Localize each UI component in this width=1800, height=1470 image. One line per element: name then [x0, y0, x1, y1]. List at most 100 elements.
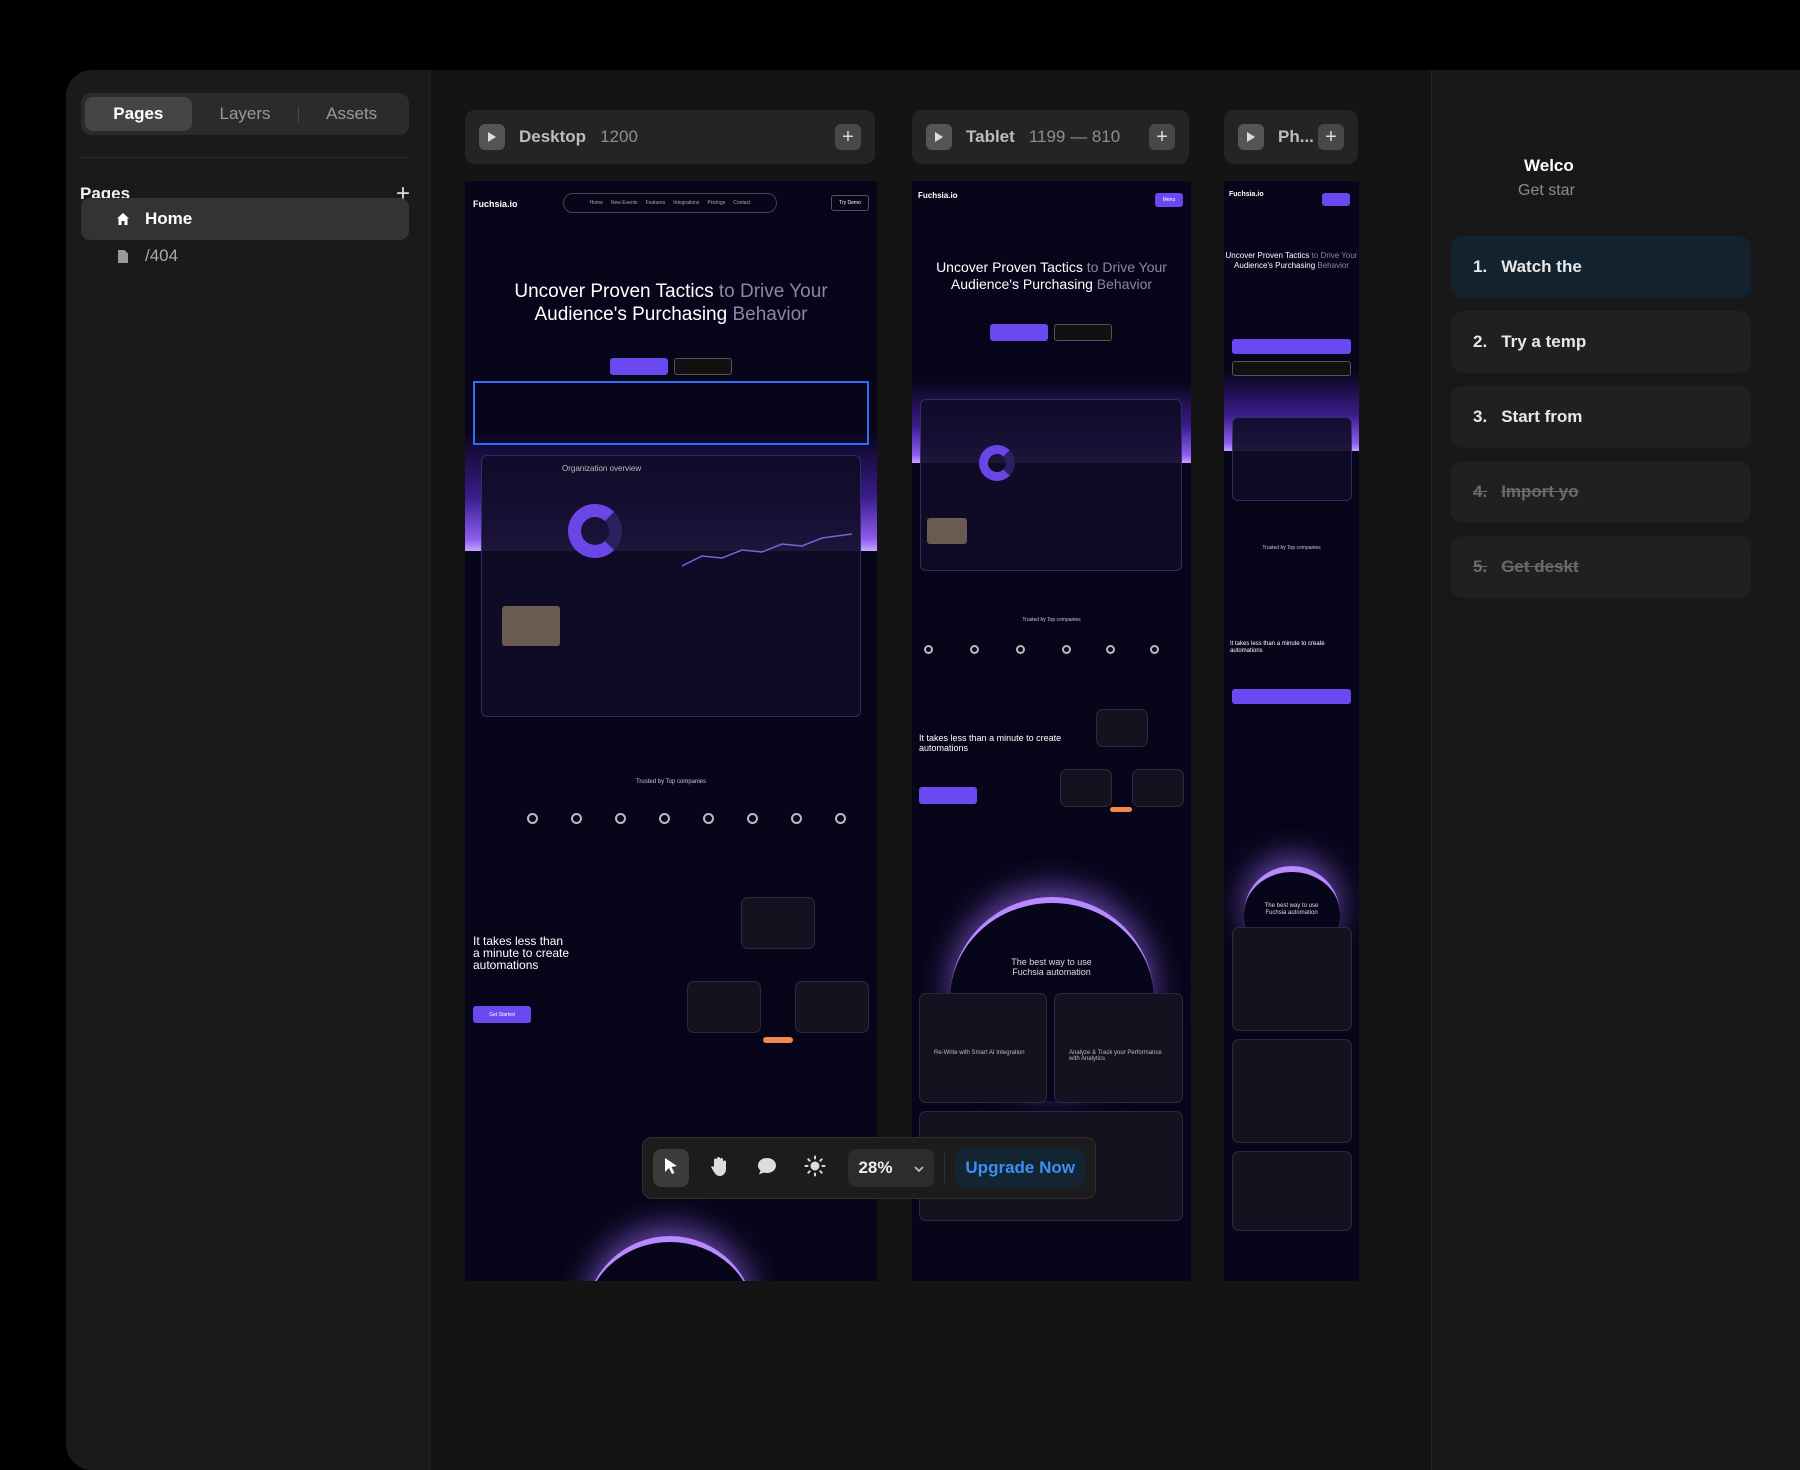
dashboard-title: Organization overview — [562, 464, 642, 473]
minute-headline: It takes less than a minute to create auto… — [473, 934, 570, 972]
hero-headline: Uncover Proven Tactics to Drive Your Aud… — [514, 281, 828, 325]
nav-link: New Events — [610, 200, 638, 206]
feature-card — [1232, 1151, 1352, 1231]
company-logo — [571, 813, 582, 824]
site-logo: Fuchsia.io — [473, 199, 518, 209]
menu-button: Menu — [1155, 193, 1183, 207]
feature-card: Analyze & Track your Performance with An… — [1054, 993, 1183, 1103]
page-item-404[interactable]: /404 — [81, 235, 409, 277]
site-logo: Fuchsia.io — [918, 191, 958, 200]
company-logo — [924, 645, 933, 654]
hero-headline: Uncover Proven Tactics to Drive Your Aud… — [936, 259, 1167, 292]
site-nav: Home New Events Features Integrations Pr… — [563, 193, 777, 213]
page-item-home[interactable]: Home — [81, 198, 409, 240]
breakpoint-name: Tablet — [966, 127, 1015, 146]
preview-play-icon[interactable] — [1238, 124, 1264, 150]
welcome-title: Welco — [1524, 156, 1574, 175]
hero-secondary-button — [674, 358, 732, 375]
get-started-button — [919, 787, 977, 804]
company-logo — [970, 645, 979, 654]
upgrade-now-button[interactable]: Upgrade Now — [955, 1149, 1085, 1187]
canvas[interactable]: Desktop 1200 + Tablet 1199 — 810 + Ph...… — [431, 70, 1573, 1470]
home-icon — [115, 211, 131, 227]
company-logo — [1106, 645, 1115, 654]
donut-chart — [979, 445, 1015, 481]
site-logo: Fuchsia.io — [1229, 191, 1264, 198]
breakpoint-name: Desktop — [519, 127, 587, 146]
automation-card — [687, 981, 761, 1033]
page-item-label: /404 — [145, 246, 179, 265]
tab-assets[interactable]: Assets — [298, 97, 405, 131]
comment-icon — [756, 1156, 778, 1181]
hero-primary-button — [610, 358, 668, 375]
onboarding-step[interactable]: 2. Try a temp — [1451, 311, 1751, 373]
feature-title: Re-Write with Smart AI Integration — [934, 1050, 1025, 1056]
orange-pill — [763, 1037, 793, 1043]
avatar-image — [927, 518, 967, 544]
bottom-toolbar: 28% Upgrade Now — [642, 1137, 1096, 1199]
left-sidebar: Pages Layers Assets Pages + Home /404 — [66, 70, 430, 1470]
onboarding-step[interactable]: 1. Watch the — [1451, 236, 1751, 298]
automation-card — [1132, 769, 1184, 807]
select-tool[interactable] — [653, 1149, 689, 1187]
breakpoint-header-tablet: Tablet 1199 — 810 + — [912, 110, 1189, 164]
breakpoint-size: 1200 — [600, 127, 638, 146]
nav-link: Integrations — [673, 200, 700, 206]
tab-layers[interactable]: Layers — [192, 97, 299, 131]
add-breakpoint-icon[interactable]: + — [835, 124, 861, 150]
company-logo — [703, 813, 714, 824]
chevron-down-icon — [914, 1158, 925, 1178]
purple-arc — [585, 1236, 755, 1281]
company-logo — [747, 813, 758, 824]
nav-link: Pricings — [707, 200, 726, 206]
add-breakpoint-icon[interactable]: + — [1149, 124, 1175, 150]
hero-headline: Uncover Proven Tactics to Drive Your Aud… — [1225, 251, 1358, 270]
automation-card — [1060, 769, 1112, 807]
avatar-image — [502, 606, 560, 646]
onboarding-step[interactable]: 4. Import yo — [1451, 461, 1751, 523]
desktop-frame[interactable]: Fuchsia.io Home New Events Features Inte… — [465, 181, 877, 1281]
trusted-label: Trusted by Top companies — [1022, 617, 1081, 623]
zoom-select[interactable]: 28% — [848, 1149, 935, 1187]
preview-play-icon[interactable] — [926, 124, 952, 150]
breakpoint-header-desktop: Desktop 1200 + — [465, 110, 875, 164]
page-item-label: Home — [145, 209, 193, 228]
company-logo — [1150, 645, 1159, 654]
tab-pages[interactable]: Pages — [85, 97, 192, 131]
comment-tool[interactable] — [749, 1149, 785, 1187]
add-breakpoint-icon[interactable]: + — [1318, 124, 1344, 150]
minute-headline: It takes less than a minute to create aut… — [919, 733, 1062, 753]
dashboard-preview — [920, 399, 1182, 571]
hero-secondary-button — [1232, 361, 1351, 376]
onboarding-step[interactable]: 5. Get deskt — [1451, 536, 1751, 598]
selection-box — [473, 381, 869, 445]
trusted-label: Trusted by Top companies — [635, 779, 707, 785]
cursor-icon — [661, 1156, 681, 1181]
trusted-label: Trusted by Top companies — [1262, 545, 1321, 551]
editor-window: Pages Layers Assets Pages + Home /404 De… — [66, 70, 1800, 1470]
company-logo — [659, 813, 670, 824]
dashboard-preview: Organization overview — [481, 455, 861, 717]
nav-link: Features — [645, 200, 666, 206]
preview-play-icon[interactable] — [479, 124, 505, 150]
right-panel: Welco Get star 1. Watch the 2. Try a temp … — [1431, 70, 1800, 1470]
theme-toggle[interactable] — [797, 1149, 833, 1187]
sidebar-tabs: Pages Layers Assets — [81, 93, 409, 135]
hand-tool[interactable] — [701, 1149, 737, 1187]
feature-card: Re-Write with Smart AI Integration — [919, 993, 1047, 1103]
best-way-title: The best way to use Fuchsia automation — [1264, 903, 1319, 916]
phone-frame[interactable]: Fuchsia.io Uncover Proven Tactics to Dri… — [1224, 181, 1359, 1281]
tablet-frame[interactable]: Fuchsia.io Menu Uncover Proven Tactics t… — [912, 181, 1191, 1281]
toolbar-divider — [944, 1153, 946, 1183]
onboarding-step[interactable]: 3. Start from — [1451, 386, 1751, 448]
automation-card — [795, 981, 869, 1033]
get-started-button — [1232, 689, 1351, 704]
hero-primary-button — [990, 324, 1048, 341]
feature-card — [1232, 927, 1352, 1031]
hero-secondary-button — [1054, 324, 1112, 341]
zoom-value: 28% — [858, 1158, 893, 1177]
donut-chart — [568, 504, 622, 558]
breakpoint-name: Ph... — [1278, 127, 1314, 146]
sun-icon — [804, 1155, 826, 1182]
line-chart — [682, 533, 852, 567]
